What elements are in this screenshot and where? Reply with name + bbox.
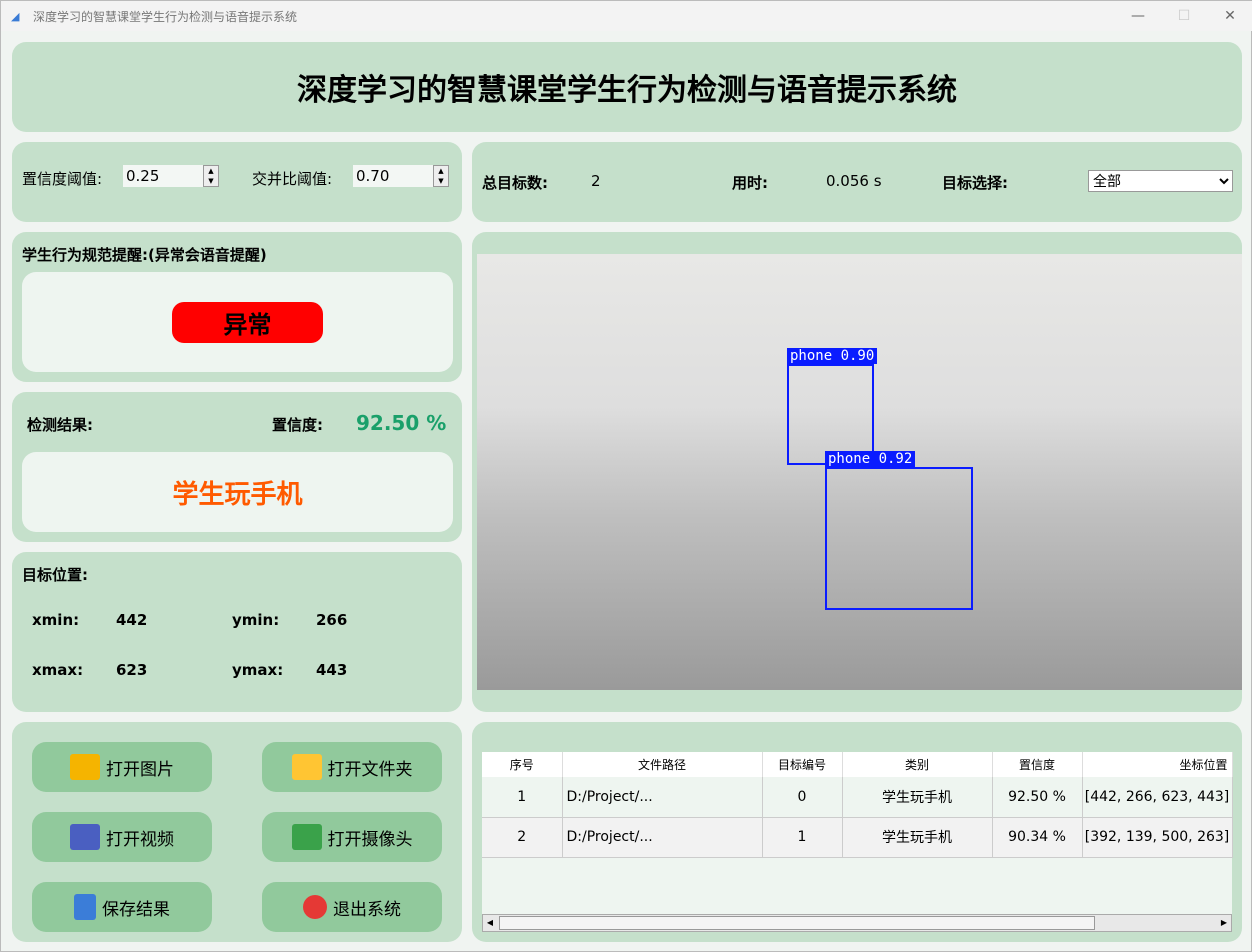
ymax-value: 443 — [316, 661, 348, 679]
detection-label: phone 0.90 — [787, 348, 878, 364]
detection-image: phone 0.90 phone 0.92 — [477, 254, 1242, 690]
xmax-value: 623 — [116, 661, 148, 679]
col-header-index[interactable]: 序号 — [482, 752, 563, 777]
open-folder-button[interactable]: 打开文件夹 — [262, 742, 442, 792]
open-camera-button[interactable]: 打开摄像头 — [262, 812, 442, 862]
close-button[interactable]: ✕ — [1207, 1, 1252, 31]
cell-coords[interactable]: [442, 266, 623, 443] — [1082, 777, 1233, 818]
conf-threshold-label: 置信度阈值: — [22, 170, 103, 188]
col-header-coords[interactable]: 坐标位置 — [1082, 752, 1233, 777]
minimize-button[interactable]: — — [1115, 1, 1161, 31]
confidence-value: 92.50 % — [356, 411, 447, 435]
position-title: 目标位置: — [22, 566, 88, 584]
result-box: 学生玩手机 — [22, 452, 453, 532]
iou-threshold-value: 0.70 — [356, 167, 390, 185]
exit-button[interactable]: 退出系统 — [262, 882, 442, 932]
detection-box: phone 0.90 — [787, 348, 878, 465]
scroll-left-icon[interactable]: ◀ — [483, 915, 497, 931]
col-header-target-id[interactable]: 目标编号 — [762, 752, 843, 777]
window-title: 深度学习的智慧课堂学生行为检测与语音提示系统 — [33, 9, 298, 24]
video-icon — [70, 824, 100, 850]
col-header-confidence[interactable]: 置信度 — [992, 752, 1083, 777]
cell-index[interactable]: 1 — [482, 777, 563, 818]
target-select-label: 目标选择: — [942, 174, 1008, 192]
save-button[interactable]: 保存结果 — [32, 882, 212, 932]
buttons-panel: 打开图片 打开文件夹 打开视频 打开摄像头 保存结果 退出系统 — [12, 722, 462, 942]
result-label: 检测结果: — [27, 416, 93, 434]
exit-label: 退出系统 — [333, 899, 401, 920]
confidence-label: 置信度: — [272, 416, 323, 434]
ymin-label: ymin: — [232, 611, 280, 629]
app-logo-icon: ◢ — [11, 10, 20, 23]
open-folder-label: 打开文件夹 — [327, 759, 413, 780]
cell-confidence[interactable]: 90.34 % — [992, 817, 1083, 858]
spin-arrows-icon[interactable]: ▲ ▼ — [203, 165, 219, 187]
cell-path[interactable]: D:/Project/... — [562, 777, 763, 818]
total-targets-value: 2 — [591, 172, 601, 190]
time-label: 用时: — [732, 174, 768, 192]
col-header-class[interactable]: 类别 — [842, 752, 993, 777]
scroll-right-icon[interactable]: ▶ — [1217, 915, 1231, 931]
iou-threshold-spinbox[interactable]: 0.70 ▲ ▼ — [353, 165, 449, 187]
horizontal-scrollbar[interactable]: ◀ ▶ — [482, 914, 1232, 932]
image-icon — [70, 754, 100, 780]
cell-target-id[interactable]: 1 — [762, 817, 843, 858]
alert-box: 异常 — [22, 272, 453, 372]
xmax-label: xmax: — [32, 661, 84, 679]
alert-title: 学生行为规范提醒:(异常会语音提醒) — [22, 246, 267, 264]
result-class: 学生玩手机 — [172, 479, 303, 510]
conf-threshold-value: 0.25 — [126, 167, 160, 185]
scrollbar-thumb[interactable] — [499, 916, 1095, 930]
target-select-dropdown[interactable]: 全部 — [1088, 170, 1233, 192]
open-video-button[interactable]: 打开视频 — [32, 812, 212, 862]
spin-arrows-icon[interactable]: ▲ ▼ — [433, 165, 449, 187]
table-row[interactable]: 1 D:/Project/... 0 学生玩手机 92.50 % [442, 2… — [482, 777, 1233, 818]
page-title: 深度学习的智慧课堂学生行为检测与语音提示系统 — [297, 73, 957, 108]
time-value: 0.056 s — [826, 172, 882, 190]
power-icon — [303, 895, 327, 919]
results-table: 序号 文件路径 目标编号 类别 置信度 坐标位置 1 D:/Project/..… — [482, 752, 1233, 858]
header-panel: 深度学习的智慧课堂学生行为检测与语音提示系统 — [12, 42, 1242, 132]
open-image-label: 打开图片 — [106, 759, 174, 780]
ymin-value: 266 — [316, 611, 348, 629]
params-panel: 置信度阈值: 0.25 ▲ ▼ 交并比阈值: 0.70 ▲ ▼ — [12, 142, 462, 222]
folder-icon — [291, 754, 322, 780]
cell-class[interactable]: 学生玩手机 — [842, 777, 993, 818]
cell-class[interactable]: 学生玩手机 — [842, 817, 993, 858]
open-video-label: 打开视频 — [106, 829, 174, 850]
iou-threshold-label: 交并比阈值: — [252, 170, 333, 188]
cell-path[interactable]: D:/Project/... — [562, 817, 763, 858]
table-row[interactable]: 2 D:/Project/... 1 学生玩手机 90.34 % [392, 1… — [482, 817, 1233, 858]
detection-label: phone 0.92 — [825, 451, 916, 467]
col-header-path[interactable]: 文件路径 — [562, 752, 763, 777]
ymax-label: ymax: — [232, 661, 284, 679]
save-icon — [74, 894, 96, 920]
cell-target-id[interactable]: 0 — [762, 777, 843, 818]
open-image-button[interactable]: 打开图片 — [32, 742, 212, 792]
result-panel: 检测结果: 置信度: 92.50 % 学生玩手机 — [12, 392, 462, 542]
cell-index[interactable]: 2 — [482, 817, 563, 858]
position-panel: 目标位置: xmin: 442 ymin: 266 xmax: 623 ymax… — [12, 552, 462, 712]
xmin-label: xmin: — [32, 611, 80, 629]
total-targets-label: 总目标数: — [482, 174, 548, 192]
conf-threshold-spinbox[interactable]: 0.25 ▲ ▼ — [123, 165, 219, 187]
title-bar: ◢ 深度学习的智慧课堂学生行为检测与语音提示系统 — ☐ ✕ — [1, 1, 1252, 31]
cell-coords[interactable]: [392, 139, 500, 263] — [1082, 817, 1233, 858]
camera-icon — [291, 824, 322, 850]
detection-box: phone 0.92 — [825, 451, 973, 610]
maximize-button[interactable]: ☐ — [1161, 1, 1207, 31]
alert-panel: 学生行为规范提醒:(异常会语音提醒) 异常 — [12, 232, 462, 382]
xmin-value: 442 — [116, 611, 148, 629]
cell-confidence[interactable]: 92.50 % — [992, 777, 1083, 818]
open-camera-label: 打开摄像头 — [327, 829, 413, 850]
save-label: 保存结果 — [102, 899, 170, 920]
status-badge: 异常 — [172, 302, 323, 343]
